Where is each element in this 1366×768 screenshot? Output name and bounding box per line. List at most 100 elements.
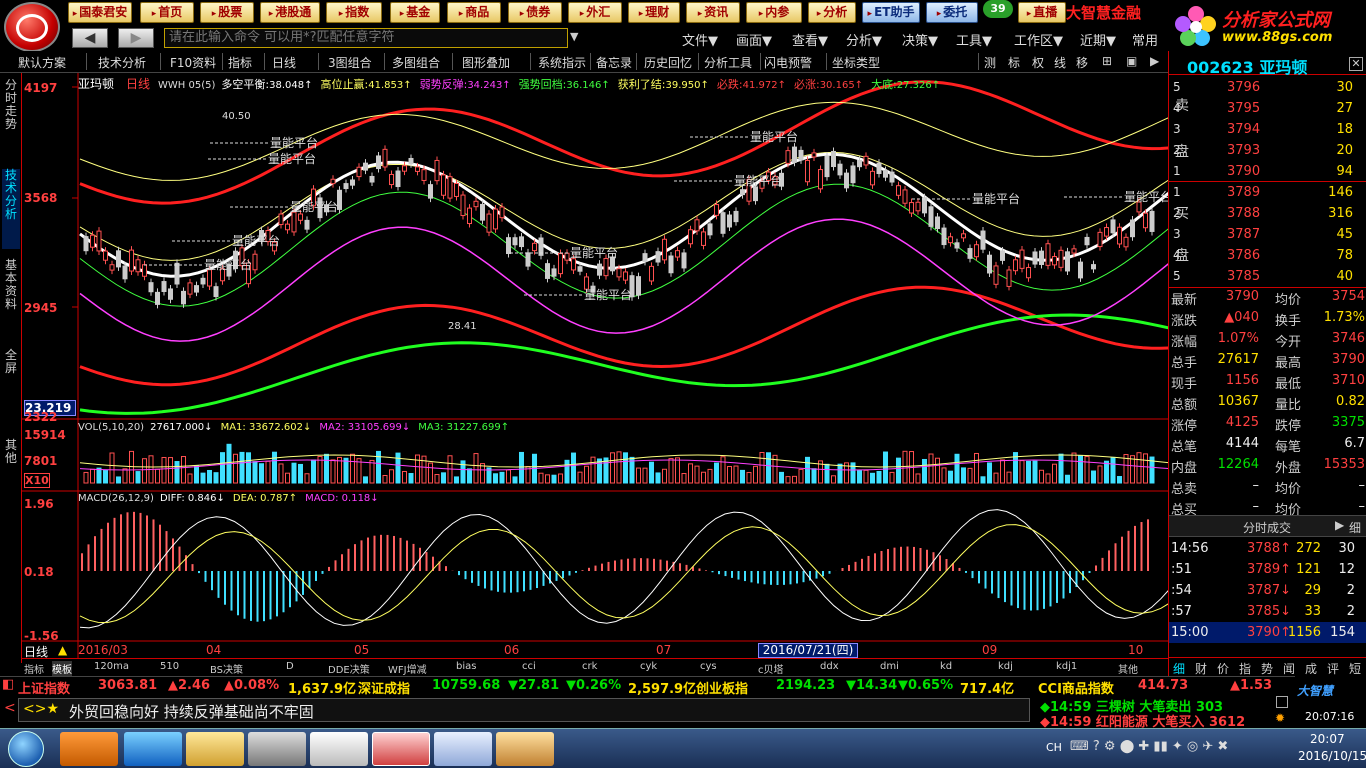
nav-15[interactable]: 直播 — [1018, 2, 1066, 23]
nav-1[interactable]: 首页 — [140, 2, 194, 23]
toolbar-item-7[interactable]: 图形叠加 — [462, 54, 510, 71]
toolbar-item-18[interactable]: 移 — [1076, 54, 1088, 71]
index-item-1[interactable]: 3063.81 — [98, 678, 157, 693]
buy-level-1[interactable]: 1 3789 146 — [1169, 182, 1366, 203]
side-tab-3[interactable]: 全屏 — [2, 349, 20, 399]
indicator-tab-10[interactable]: crk — [582, 661, 597, 672]
nav-14[interactable]: 委托 — [926, 2, 978, 23]
command-input[interactable]: 请在此输入命令 可以用*?匹配任意字符 — [164, 28, 568, 48]
tick-row[interactable]: 14:56 3788↑ 272 30 — [1169, 538, 1366, 559]
sell-level-4[interactable]: 4 3795 27 — [1169, 98, 1366, 119]
index-item-16[interactable]: 414.73 — [1138, 678, 1188, 693]
menu-5[interactable]: 工具▼ — [956, 30, 992, 49]
nav-6[interactable]: 商品 — [447, 2, 501, 23]
toolbar-item-6[interactable]: 多图组合 — [392, 54, 440, 71]
start-button-icon[interactable] — [8, 731, 44, 767]
news-headline[interactable]: 外贸回稳向好 持续反弹基础尚不牢固 — [69, 701, 314, 722]
media-player-icon[interactable] — [60, 732, 118, 766]
sell-level-3[interactable]: 3 3794 18 — [1169, 119, 1366, 140]
tick-tab-detail[interactable]: 细 — [1349, 519, 1361, 536]
toolbar-item-2[interactable]: F10资料 — [170, 54, 216, 71]
news-box[interactable]: <>★ 外贸回稳向好 持续反弹基础尚不牢固 — [18, 698, 1030, 722]
quote-tab-2[interactable]: 价 — [1217, 660, 1229, 677]
tick-row[interactable]: :57 3785↓ 33 2 — [1169, 601, 1366, 622]
ie-browser-icon[interactable] — [124, 732, 182, 766]
indicator-tab-18[interactable]: kdj1 — [1056, 661, 1077, 672]
sell-level-5[interactable]: 5 3796 30 — [1169, 77, 1366, 98]
nav-10[interactable]: 资讯 — [686, 2, 740, 23]
indicator-tab-8[interactable]: bias — [456, 661, 476, 672]
kline-chart[interactable]: 40.50 28.41 量能平台 量能平台 量能平台 量能平台 量能平台 量能平台 量能平台 量能… — [22, 73, 1168, 659]
app-logo-icon[interactable] — [4, 2, 60, 52]
side-tab-4[interactable]: 其他 — [2, 439, 20, 489]
buy-level-2[interactable]: 2 3788 316 — [1169, 203, 1366, 224]
index-item-9[interactable]: 2,597.9亿 — [628, 678, 696, 697]
menu-0[interactable]: 文件▼ — [682, 30, 718, 49]
nav-9[interactable]: 理财 — [628, 2, 680, 23]
indicator-tab-2[interactable]: 120ma — [94, 661, 129, 672]
buy-level-3[interactable]: 3 3787 45 — [1169, 224, 1366, 245]
tray-icons[interactable]: ⌨ ? ⚙ ⬤ ✚ ▮▮ ✦ ◎ ✈ ✖ — [1070, 739, 1228, 754]
index-item-17[interactable]: ▲1.53 — [1230, 678, 1272, 693]
quote-tab-7[interactable]: 评 — [1327, 660, 1339, 677]
menu-1[interactable]: 画面▼ — [736, 30, 772, 49]
quote-tab-1[interactable]: 财 — [1195, 660, 1207, 677]
checkbox-icon[interactable] — [1276, 696, 1288, 708]
chart-canvas[interactable]: 40.5028.41量能平台量能平台量能平台量能平台量能平台量能平台量能平台量能… — [22, 73, 1168, 658]
toolbar-item-14[interactable]: 测 — [984, 54, 996, 71]
menu-2[interactable]: 查看▼ — [792, 30, 828, 49]
toolbar-item-13[interactable]: 坐标类型 — [832, 54, 880, 71]
toolbar-icon-2[interactable]: ▶ — [1150, 54, 1159, 68]
nav-13[interactable]: ET助手 — [862, 2, 920, 23]
quote-tab-8[interactable]: 短 — [1349, 660, 1361, 677]
index-item-13[interactable]: ▼0.65% — [898, 678, 953, 693]
toolbar-item-8[interactable]: 系统指示 — [538, 54, 586, 71]
toolbar-item-11[interactable]: 分析工具 — [704, 54, 752, 71]
indicator-tab-0[interactable]: 指标 — [24, 661, 44, 676]
indicator-tab-12[interactable]: cys — [700, 661, 717, 672]
indicator-tab-19[interactable]: 其他 — [1118, 661, 1138, 676]
toolbar-item-9[interactable]: 备忘录 — [596, 54, 632, 71]
tick-header[interactable]: 分时成交 ▶ 细 — [1169, 515, 1366, 537]
indicator-tab-17[interactable]: kdj — [998, 661, 1013, 672]
nav-5[interactable]: 基金 — [390, 2, 440, 23]
forward-button[interactable]: ▶ — [118, 28, 154, 48]
quote-tab-3[interactable]: 指 — [1239, 660, 1251, 677]
index-item-11[interactable]: 2194.23 — [776, 678, 835, 693]
nav-arrows-icon[interactable]: <>★ — [23, 701, 59, 717]
indicator-tab-11[interactable]: cyk — [640, 661, 657, 672]
sell-level-1[interactable]: 1 3790 94 — [1169, 161, 1366, 182]
toolbar-item-15[interactable]: 标 — [1008, 54, 1020, 71]
menu-6[interactable]: 工作区▼ — [1014, 30, 1063, 49]
menu-3[interactable]: 分析▼ — [846, 30, 882, 49]
indicator-tab-3[interactable]: 510 — [160, 661, 179, 672]
nav-7[interactable]: 债券 — [508, 2, 562, 23]
nav-8[interactable]: 外汇 — [568, 2, 622, 23]
chevron-down-icon[interactable]: ▼ — [570, 30, 578, 43]
indicator-tab-1[interactable]: 模板 — [52, 661, 72, 676]
toolbar-icon-1[interactable]: ▣ — [1126, 54, 1137, 68]
quote-tab-5[interactable]: 闻 — [1283, 660, 1295, 677]
indicator-tab-4[interactable]: BS决策 — [210, 661, 243, 676]
notification-badge[interactable]: 39 — [983, 0, 1013, 18]
index-item-2[interactable]: ▲2.46 — [168, 678, 210, 693]
toolbar-item-16[interactable]: 权 — [1032, 54, 1044, 71]
tick-row[interactable]: :51 3789↑ 121 12 — [1169, 559, 1366, 580]
menu-7[interactable]: 近期▼ — [1080, 30, 1116, 49]
index-item-15[interactable]: CCI商品指数 — [1038, 678, 1114, 697]
toolbar-item-4[interactable]: 日线 — [272, 54, 296, 71]
toolbar-item-10[interactable]: 历史回忆 — [644, 54, 692, 71]
nav-0[interactable]: 国泰君安 — [68, 2, 132, 23]
paint-icon[interactable] — [496, 732, 554, 766]
indicator-tab-7[interactable]: WFJ增减 — [388, 661, 427, 676]
side-tab-1[interactable]: 技术分析 — [2, 169, 20, 249]
indicator-tab-14[interactable]: ddx — [820, 661, 839, 672]
chevron-left-icon[interactable]: < — [4, 700, 16, 716]
quote-tab-0[interactable]: 细 — [1173, 660, 1185, 677]
index-menu-icon[interactable]: ◧ — [2, 677, 14, 692]
index-item-14[interactable]: 717.4亿 — [960, 678, 1014, 697]
close-icon[interactable]: ✕ — [1349, 57, 1363, 71]
index-item-12[interactable]: ▼14.34 — [846, 678, 897, 693]
lang-indicator[interactable]: CH — [1046, 741, 1062, 754]
index-item-6[interactable]: 10759.68 — [432, 678, 500, 693]
